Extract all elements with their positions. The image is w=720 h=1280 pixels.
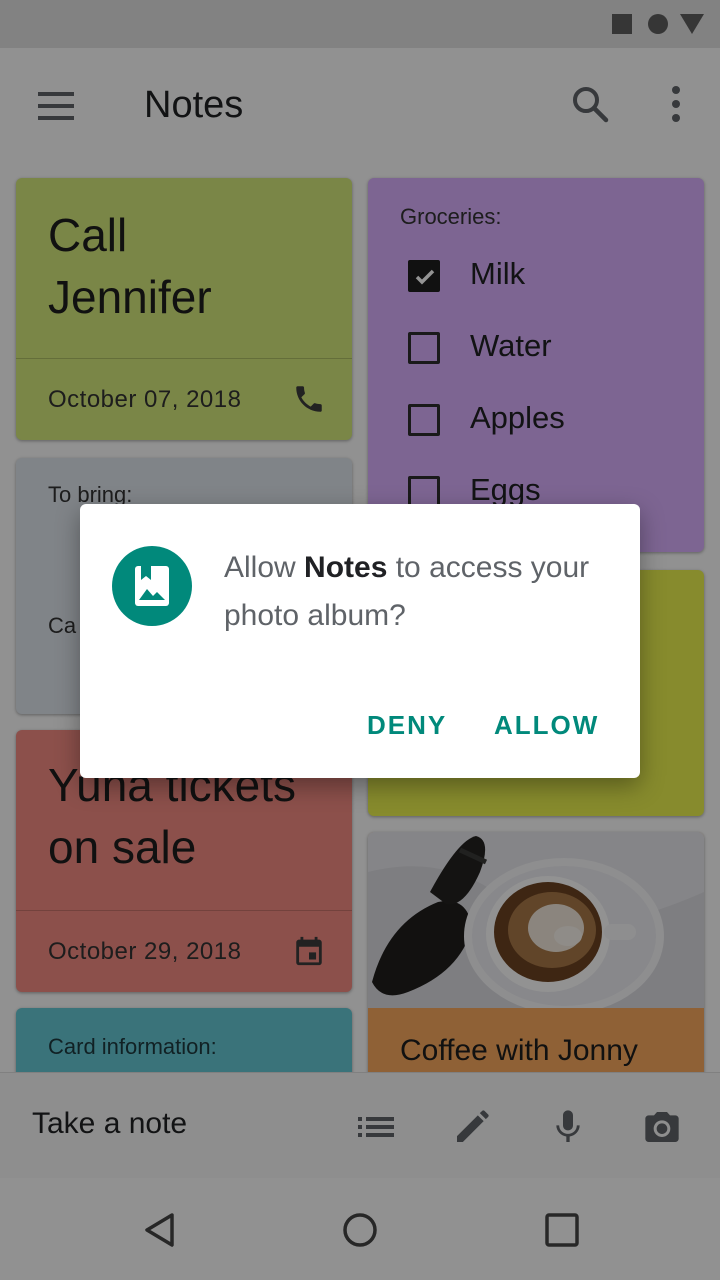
permission-dialog: Allow Notes to access your photo album? … bbox=[80, 504, 640, 778]
photo-album-icon bbox=[112, 546, 192, 626]
dialog-text-prefix: Allow bbox=[224, 551, 305, 584]
deny-button[interactable]: DENY bbox=[367, 710, 447, 741]
allow-button[interactable]: ALLOW bbox=[494, 710, 599, 741]
dialog-message: Allow Notes to access your photo album? bbox=[224, 544, 604, 640]
screen: Notes Call Jennifer October 07, 2018 To … bbox=[0, 0, 720, 1280]
dialog-app-name: Notes bbox=[304, 551, 388, 584]
